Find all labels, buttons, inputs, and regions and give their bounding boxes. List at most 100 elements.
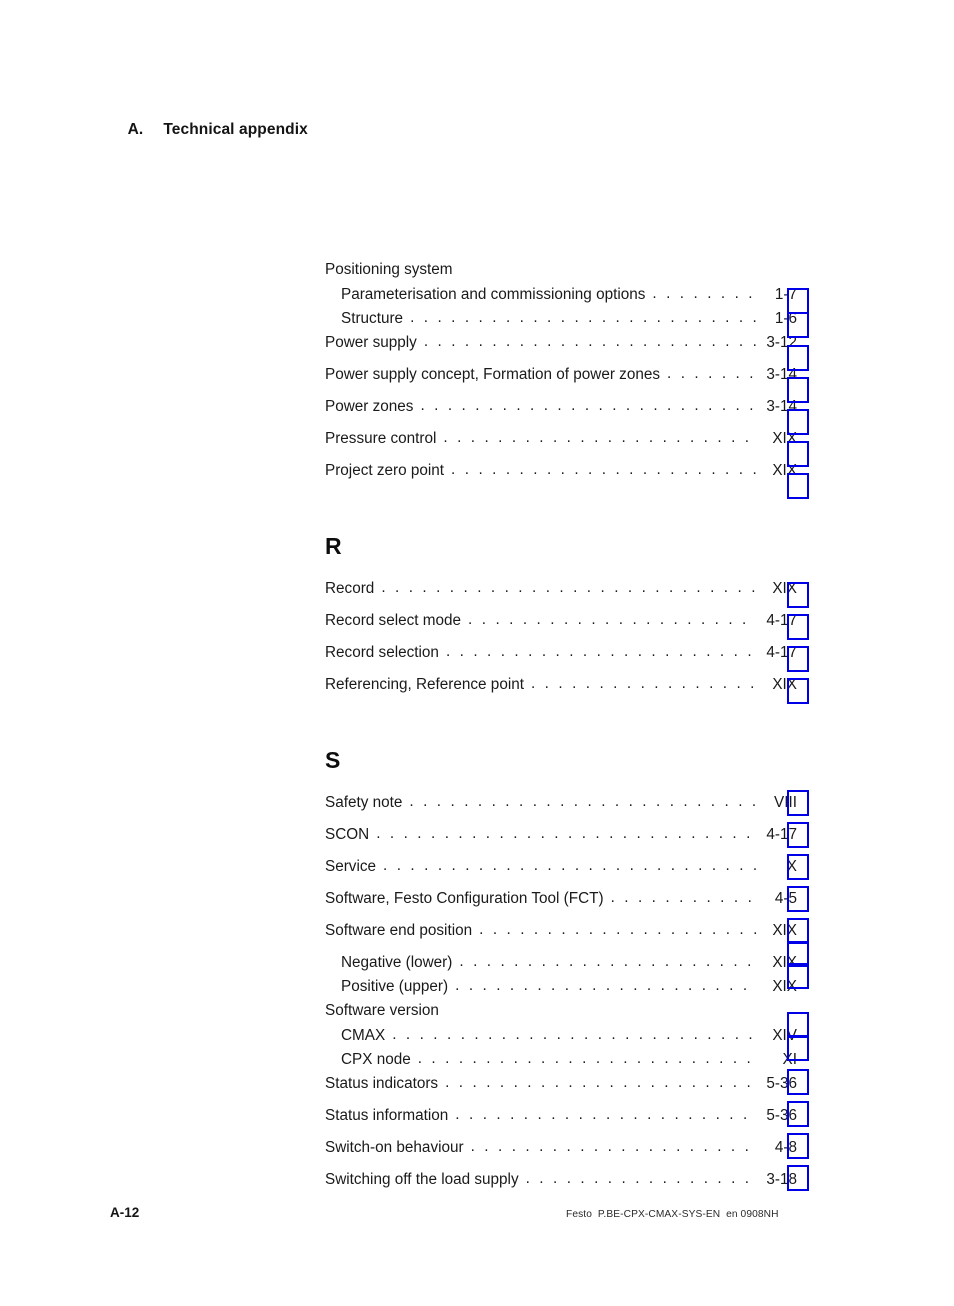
index-entry-label: Pressure control [325, 430, 437, 447]
section-letter-s: S [325, 747, 341, 773]
index-entry[interactable]: Software end position . . . . . . . . . .… [325, 922, 797, 955]
appendix-title: Technical appendix [163, 121, 308, 138]
dot-leader: . . . . . . . . . . . . . . . . . . . . … [383, 858, 756, 874]
index-entry[interactable]: Positive (upper) . . . . . . . . . . . . … [325, 978, 797, 1003]
index-entry[interactable]: Positioning system. . . . . . . . . . . … [325, 262, 797, 287]
index-list: Positioning system . . . . . . . . . . . … [325, 262, 797, 1204]
dot-leader: . . . . . . . . . . . . . . . . . . . . … [423, 334, 756, 350]
index-entry-page-number: 3-12 [766, 334, 797, 351]
index-entry-page-number: 4-17 [766, 612, 797, 629]
index-entry[interactable]: Record select mode . . . . . . . . . . . … [325, 612, 797, 645]
index-entry[interactable]: CPX node . . . . . . . . . . . . . . . . … [325, 1051, 797, 1076]
index-entry[interactable]: Record selection . . . . . . . . . . . . … [325, 644, 797, 677]
index-entry-label: Positioning system [325, 261, 453, 278]
dot-leader: . . . . . . . . . . . . . . . . . . . . … [445, 644, 756, 660]
index-entry-label: Positive (upper) [341, 978, 449, 995]
index-entry[interactable]: Status information . . . . . . . . . . . … [325, 1107, 797, 1140]
index-entry-page-number: 4-17 [766, 826, 797, 843]
index-entry[interactable]: Switching off the load supply . . . . . .… [325, 1171, 797, 1204]
dot-leader: . . . . . . . . . . . . . . . . . . . . … [381, 580, 756, 596]
index-entry-page-number: 4-5 [774, 890, 797, 907]
index-entry[interactable]: SCON . . . . . . . . . . . . . . . . . . … [325, 826, 797, 859]
dot-leader: . . . . . . . . . . . . . . . . . . . . … [445, 1075, 756, 1091]
index-entry-label: Record select mode [325, 612, 462, 629]
index-entry-label: Safety note [325, 794, 403, 811]
index-entry[interactable]: Parameterisation and commissioning optio… [325, 286, 797, 311]
index-entry[interactable]: Safety note . . . . . . . . . . . . . . .… [325, 794, 797, 827]
index-entry-page-number: 3-14 [766, 366, 797, 383]
index-entry-label: Parameterisation and commissioning optio… [341, 286, 646, 303]
index-entry-page-number: XIX [772, 676, 797, 693]
index-entry-page-number: 3-14 [766, 398, 797, 415]
index-entry-page-number: XIX [772, 580, 797, 597]
dot-leader: . . . . . . . . . . . . . . . . . . . . … [410, 310, 756, 326]
index-entry-label: Negative (lower) [341, 954, 453, 971]
index-entry-label: Software, Festo Configuration Tool (FCT) [325, 890, 604, 907]
dot-leader: . . . . . . . . . . . . . . . . . . . . … [530, 676, 756, 692]
index-entry[interactable]: Software version. . . . . . . . . . . . … [325, 1003, 797, 1028]
index-entry-page-number: 4-8 [774, 1139, 797, 1156]
index-entry[interactable]: Pressure control . . . . . . . . . . . . … [325, 430, 797, 463]
index-entry-page-number: XIX [772, 922, 797, 939]
index-entry-page-number: X [786, 858, 797, 875]
dot-leader: . . . . . . . . . . . . . . . . . . . . … [652, 286, 756, 302]
index-entry[interactable]: Service . . . . . . . . . . . . . . . . .… [325, 858, 797, 891]
index-entry-label: Status information [325, 1107, 449, 1124]
index-entry[interactable]: Power zones . . . . . . . . . . . . . . .… [325, 398, 797, 431]
index-entry-label: SCON [325, 826, 370, 843]
index-entry[interactable]: Referencing, Reference point . . . . . . … [325, 676, 797, 709]
index-entry-label: Status indicators [325, 1075, 439, 1092]
index-entry-label: Record [325, 580, 375, 597]
index-entry-label: Record selection [325, 644, 439, 661]
index-entry-page-number: XIX [772, 430, 797, 447]
dot-leader: . . . . . . . . . . . . . . . . . . . . … [479, 922, 756, 938]
index-entry[interactable]: Power supply . . . . . . . . . . . . . . … [325, 334, 797, 367]
footer-document-reference: Festo P.BE-CPX-CMAX-SYS-EN en 0908NH [566, 1209, 779, 1220]
index-entry-page-number: XI [782, 1051, 797, 1068]
index-entry-label: Service [325, 858, 377, 875]
index-entry[interactable]: Software, Festo Configuration Tool (FCT)… [325, 890, 797, 923]
dot-leader: . . . . . . . . . . . . . . . . . . . . … [455, 1107, 756, 1123]
dot-leader: . . . . . . . . . . . . . . . . . . . . … [443, 430, 756, 446]
footer-page-number: A-12 [110, 1205, 140, 1220]
section-letter-r: R [325, 533, 342, 559]
index-entry-label: Referencing, Reference point [325, 676, 524, 693]
appendix-letter: A. [127, 121, 144, 138]
dot-leader: . . . . . . . . . . . . . . . . . . . . … [420, 398, 756, 414]
dot-leader: . . . . . . . . . . . . . . . . . . . . … [392, 1027, 756, 1043]
dot-leader: . . . . . . . . . . . . . . . . . . . . … [455, 978, 756, 994]
dot-leader: . . . . . . . . . . . . . . . . . . . . … [667, 366, 756, 382]
index-entry-page-number: XIX [772, 462, 797, 479]
index-entry[interactable]: Status indicators . . . . . . . . . . . .… [325, 1075, 797, 1108]
index-entry-label: Switching off the load supply [325, 1171, 519, 1188]
dot-leader: . . . . . . . . . . . . . . . . . . . . … [409, 794, 756, 810]
index-entry-label: Structure [341, 310, 404, 327]
dot-leader: . . . . . . . . . . . . . . . . . . . . … [417, 1051, 756, 1067]
index-entry[interactable]: Switch-on behaviour . . . . . . . . . . .… [325, 1139, 797, 1172]
index-entry[interactable]: Power supply concept, Formation of power… [325, 366, 797, 399]
index-entry[interactable]: Project zero point . . . . . . . . . . . … [325, 462, 797, 495]
index-entry[interactable]: Record . . . . . . . . . . . . . . . . . … [325, 580, 797, 613]
index-entry-page-number: VIII [774, 794, 797, 811]
index-entry-page-number: 5-36 [766, 1075, 797, 1092]
index-entry[interactable]: Structure . . . . . . . . . . . . . . . .… [325, 310, 797, 335]
page-header: A. Technical appendix [110, 103, 308, 157]
index-entry-label: Power zones [325, 398, 414, 415]
dot-leader: . . . . . . . . . . . . . . . . . . . . … [376, 826, 756, 842]
index-entry-label: Software end position [325, 922, 473, 939]
index-entry-page-number: XIX [772, 978, 797, 995]
index-entry-page-number: 3-18 [766, 1171, 797, 1188]
index-entry[interactable]: Negative (lower) . . . . . . . . . . . . … [325, 954, 797, 979]
dot-leader: . . . . . . . . . . . . . . . . . . . . … [525, 1171, 756, 1187]
index-entry-label: Switch-on behaviour [325, 1139, 464, 1156]
index-entry-label: Software version [325, 1002, 439, 1019]
index-entry-label: CMAX [341, 1027, 386, 1044]
index-entry-page-number: XIV [772, 1027, 797, 1044]
index-entry-label: Power supply concept, Formation of power… [325, 366, 661, 383]
index-entry-label: Power supply [325, 334, 417, 351]
index-entry[interactable]: CMAX . . . . . . . . . . . . . . . . . . … [325, 1027, 797, 1052]
index-entry-label: Project zero point [325, 462, 445, 479]
